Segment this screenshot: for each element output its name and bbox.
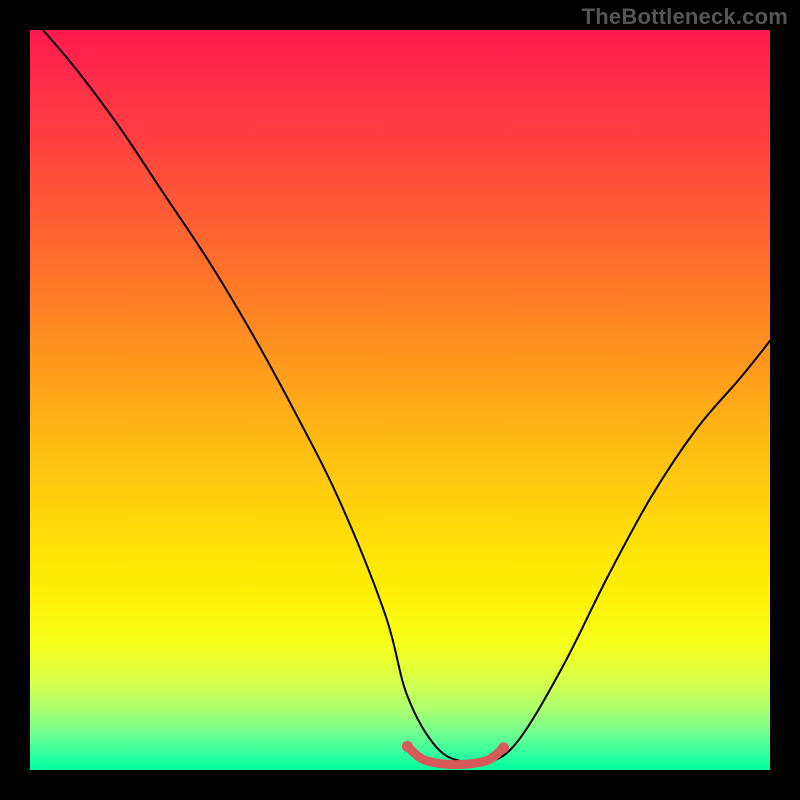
bottleneck-curve-path <box>30 30 770 765</box>
flat-zone-endpoint-left <box>402 741 413 752</box>
plot-area <box>30 30 770 770</box>
curve-layer <box>30 30 770 770</box>
watermark-text: TheBottleneck.com <box>582 4 788 30</box>
flat-zone-endpoint-right <box>498 742 509 753</box>
chart-frame: TheBottleneck.com <box>0 0 800 800</box>
bottleneck-flat-zone-path <box>407 746 503 764</box>
